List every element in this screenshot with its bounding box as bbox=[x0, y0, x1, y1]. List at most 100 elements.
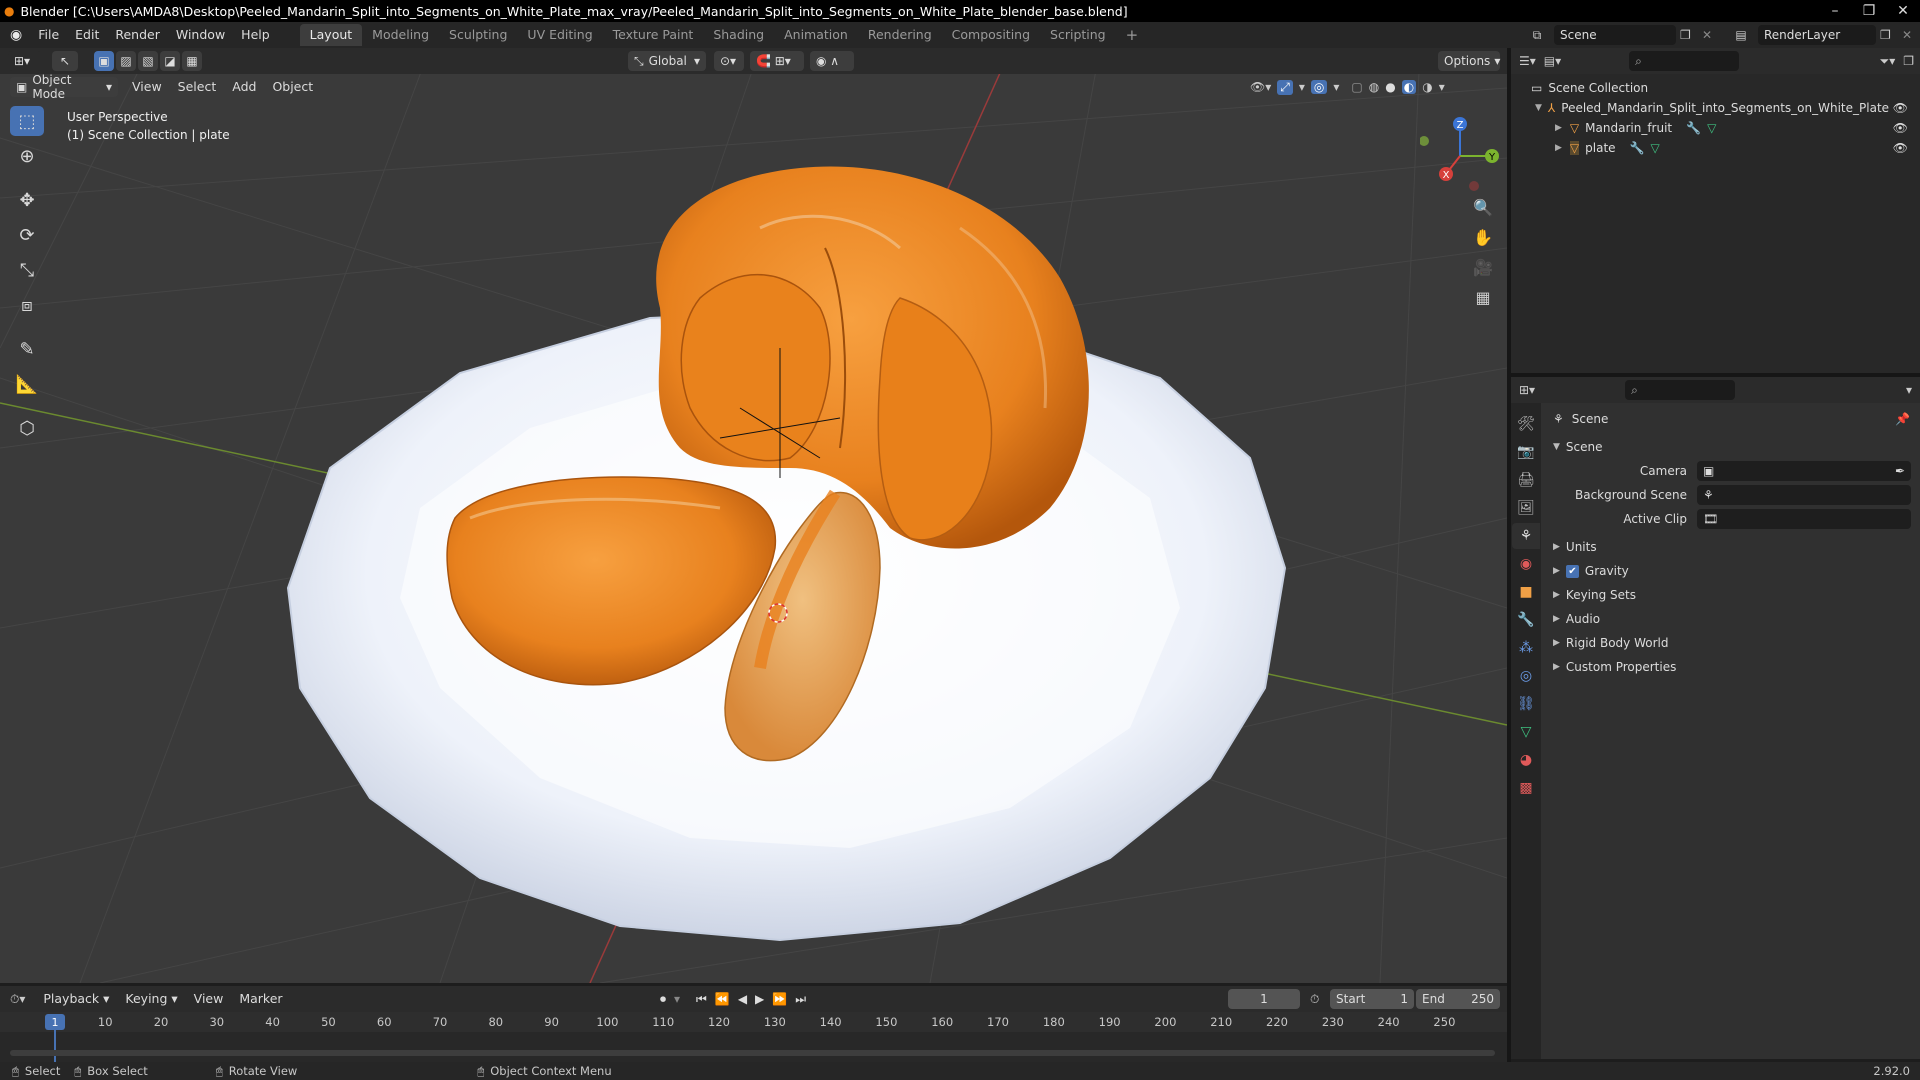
zoom-icon[interactable]: 🔍 bbox=[1468, 193, 1498, 221]
output-tab-icon[interactable]: 🖨 bbox=[1512, 467, 1540, 493]
chevron-down-icon[interactable]: ▾ bbox=[1299, 80, 1305, 94]
timeline-editor-type-icon[interactable]: ⏱▾ bbox=[10, 992, 25, 1007]
delete-scene-icon[interactable]: ✕ bbox=[1702, 28, 1718, 42]
prev-keyframe-icon[interactable]: ⏪ bbox=[715, 992, 730, 1006]
background-scene-field[interactable]: ⚘ bbox=[1697, 485, 1911, 505]
pivot-point-icon[interactable]: ⊙▾ bbox=[714, 51, 744, 71]
world-tab-icon[interactable]: ◉ bbox=[1512, 551, 1540, 577]
view-layer-tab-icon[interactable]: 🖼 bbox=[1512, 495, 1540, 521]
material-tab-icon[interactable]: ◕ bbox=[1512, 747, 1540, 773]
object-tab-icon[interactable]: ■ bbox=[1512, 579, 1540, 605]
cursor-tool-icon[interactable]: ⊕ bbox=[10, 141, 44, 171]
menu-marker[interactable]: Marker bbox=[231, 988, 290, 1010]
menu-playback[interactable]: Playback ▾ bbox=[35, 988, 117, 1010]
new-scene-icon[interactable]: ❐ bbox=[1680, 28, 1698, 42]
chevron-down-icon[interactable]: ▾ bbox=[1439, 80, 1445, 94]
scale-tool-icon[interactable]: ⤡ bbox=[10, 255, 44, 285]
panel-gravity[interactable]: ▶ ✔ Gravity bbox=[1543, 559, 1920, 583]
mode-invert-icon[interactable]: ◪ bbox=[160, 51, 180, 71]
snap-icon[interactable]: 🧲 ⊞▾ bbox=[750, 51, 804, 71]
panel-units[interactable]: ▶ Units bbox=[1543, 535, 1920, 559]
visibility-eye-icon[interactable]: 👁 bbox=[1893, 141, 1908, 155]
timeline-scrollbar[interactable] bbox=[10, 1050, 1495, 1056]
tab-scripting[interactable]: Scripting bbox=[1040, 24, 1116, 46]
panel-custom-properties[interactable]: ▶ Custom Properties bbox=[1543, 655, 1920, 679]
chevron-down-icon[interactable]: ▾ bbox=[1333, 80, 1339, 94]
panel-keying-sets[interactable]: ▶ Keying Sets bbox=[1543, 583, 1920, 607]
outliner-row-mandarin[interactable]: ▶ ▽ Mandarin_fruit 🔧 ▽ 👁 bbox=[1511, 118, 1920, 138]
modifier-tab-icon[interactable]: 🔧 bbox=[1512, 607, 1540, 633]
start-frame-field[interactable]: Start 1 bbox=[1330, 989, 1414, 1009]
new-collection-icon[interactable]: ❐ bbox=[1903, 54, 1914, 68]
editor-type-icon[interactable]: ⊞▾ bbox=[8, 51, 42, 71]
physics-tab-icon[interactable]: ◎ bbox=[1512, 663, 1540, 689]
mesh-data-icon[interactable]: ▽ bbox=[1707, 121, 1716, 135]
chevron-down-icon[interactable]: ▾ bbox=[1906, 383, 1912, 397]
move-tool-icon[interactable]: ✥ bbox=[10, 185, 44, 215]
wireframe-shading-icon[interactable]: ◍ bbox=[1369, 80, 1379, 94]
menu-add[interactable]: Add bbox=[224, 76, 264, 98]
transform-orientation-dropdown[interactable]: ⤡ Global ▾ bbox=[628, 51, 706, 71]
menu-keying[interactable]: Keying ▾ bbox=[117, 988, 185, 1010]
tab-shading[interactable]: Shading bbox=[703, 24, 774, 46]
current-frame-field[interactable]: 1 bbox=[1228, 989, 1300, 1009]
scene-selector[interactable]: Scene bbox=[1554, 25, 1676, 45]
menu-select[interactable]: Select bbox=[170, 76, 225, 98]
filter-icon[interactable]: ⏷▾ bbox=[1880, 54, 1896, 69]
navigation-gizmo[interactable]: Z Y X bbox=[1420, 116, 1500, 196]
tab-texture-paint[interactable]: Texture Paint bbox=[603, 24, 704, 46]
menu-view[interactable]: View bbox=[124, 76, 170, 98]
mode-dropdown[interactable]: ▣ Object Mode ▾ bbox=[10, 73, 118, 101]
jump-start-icon[interactable]: ⏮ bbox=[696, 992, 707, 1007]
scene-tab-icon[interactable]: ⚘ bbox=[1512, 523, 1540, 549]
visibility-eye-icon[interactable]: 👁 bbox=[1893, 121, 1908, 135]
annotate-tool-icon[interactable]: ✎ bbox=[10, 334, 44, 364]
frame-ruler[interactable]: 1 10 20 30 40 50 60 70 80 90 100 110 120 130 140 150 160… bbox=[0, 1012, 1507, 1062]
perspective-grid-icon[interactable]: ▦ bbox=[1468, 283, 1498, 311]
chevron-down-icon[interactable]: ▾ bbox=[674, 992, 680, 1006]
tab-sculpting[interactable]: Sculpting bbox=[439, 24, 517, 46]
eyedropper-icon[interactable]: ✒ bbox=[1895, 464, 1905, 478]
menu-object[interactable]: Object bbox=[264, 76, 321, 98]
mesh-data-icon[interactable]: ▽ bbox=[1651, 141, 1660, 155]
active-clip-field[interactable]: 🎞 bbox=[1697, 509, 1911, 529]
tab-compositing[interactable]: Compositing bbox=[942, 24, 1040, 46]
play-reverse-icon[interactable]: ◀ bbox=[738, 992, 747, 1006]
solid-shading-icon[interactable]: ● bbox=[1385, 80, 1395, 94]
camera-view-icon[interactable]: 🎥 bbox=[1468, 253, 1498, 281]
camera-field[interactable]: ▣ ✒ bbox=[1697, 461, 1911, 481]
add-cube-tool-icon[interactable]: ⬡ bbox=[10, 413, 44, 443]
disclosure-triangle-icon[interactable]: ▼ bbox=[1535, 103, 1542, 113]
tab-uv-editing[interactable]: UV Editing bbox=[517, 24, 602, 46]
new-view-layer-icon[interactable]: ❐ bbox=[1880, 28, 1898, 42]
tab-modeling[interactable]: Modeling bbox=[362, 24, 439, 46]
disclosure-triangle-icon[interactable]: ▶ bbox=[1555, 143, 1562, 153]
display-mode-icon[interactable]: ▤▾ bbox=[1544, 54, 1561, 68]
scene-panel-header[interactable]: ▼ Scene bbox=[1543, 435, 1920, 459]
select-box-tool-icon[interactable]: ⬚ bbox=[10, 106, 44, 136]
mode-intersect-icon[interactable]: ▦ bbox=[182, 51, 202, 71]
menu-file[interactable]: File bbox=[30, 24, 67, 46]
outliner-row-collection[interactable]: ▼ ⅄ Peeled_Mandarin_Split_into_Segments_… bbox=[1511, 98, 1920, 118]
visibility-icon[interactable]: 👁▾ bbox=[1250, 80, 1271, 94]
modifier-wrench-icon[interactable]: 🔧 bbox=[1630, 141, 1645, 155]
minimize-icon[interactable]: – bbox=[1818, 0, 1852, 22]
select-tool-icon[interactable]: ↖ bbox=[52, 51, 78, 71]
outliner-row-scene-collection[interactable]: ▭ Scene Collection bbox=[1511, 78, 1920, 98]
mode-subtract-icon[interactable]: ▧ bbox=[138, 51, 158, 71]
panel-audio[interactable]: ▶ Audio bbox=[1543, 607, 1920, 631]
timeline[interactable]: 1 10 20 30 40 50 60 70 80 90 100 110 120 130 140 150 160… bbox=[0, 1012, 1507, 1062]
end-frame-field[interactable]: End 250 bbox=[1416, 989, 1500, 1009]
menu-view[interactable]: View bbox=[186, 988, 232, 1010]
next-keyframe-icon[interactable]: ⏩ bbox=[772, 992, 787, 1006]
xray-icon[interactable]: ▢ bbox=[1351, 80, 1362, 94]
properties-search-input[interactable]: ⌕ bbox=[1625, 380, 1736, 400]
texture-tab-icon[interactable]: ▩ bbox=[1512, 775, 1540, 801]
mode-extend-icon[interactable]: ▨ bbox=[116, 51, 136, 71]
stopwatch-icon[interactable]: ⏱ bbox=[1310, 992, 1319, 1007]
disclosure-triangle-icon[interactable]: ▶ bbox=[1555, 123, 1562, 133]
pin-icon[interactable]: 📌 bbox=[1895, 412, 1910, 426]
panel-rigid-body-world[interactable]: ▶ Rigid Body World bbox=[1543, 631, 1920, 655]
options-dropdown[interactable]: Options ▾ bbox=[1438, 51, 1500, 71]
menu-window[interactable]: Window bbox=[168, 24, 233, 46]
